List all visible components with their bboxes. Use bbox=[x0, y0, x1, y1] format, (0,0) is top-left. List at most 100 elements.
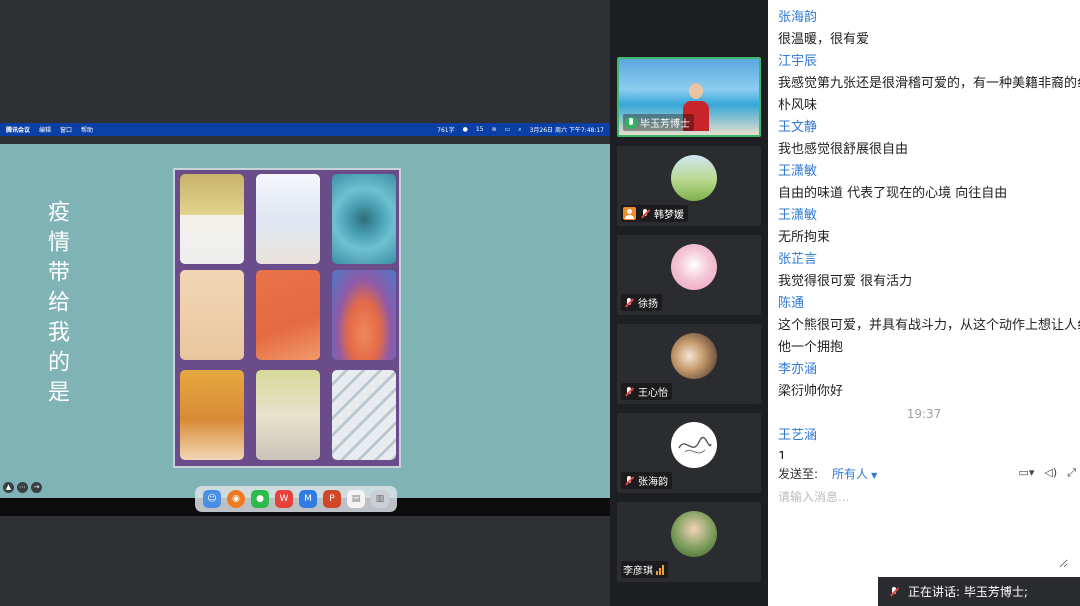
participant-name-tag: 张海韵 bbox=[621, 472, 672, 489]
video-tile[interactable]: 李彦琪 bbox=[617, 502, 761, 582]
video-tile[interactable]: 张海韵 bbox=[617, 413, 761, 493]
slide-title: 疫情带给我的是 bbox=[44, 200, 69, 410]
message-text: 我觉得很可爱 很有活力 bbox=[778, 274, 913, 289]
avatar bbox=[671, 244, 717, 290]
message-text: 这个熊很可爱，并具有战斗力，从这个动作上想让人纟他一个拥抱 bbox=[778, 318, 1080, 355]
volume-icon[interactable]: ◁) bbox=[1044, 466, 1057, 480]
message-text: 我感觉第九张还是很滑稽可爱的，有一种美籍非裔的纟朴风味 bbox=[778, 76, 1080, 113]
mac-menubar: 腾讯会议 编辑 窗口 帮助 761字 ● 15 ≋ ▭ ⌕ 3月26日 周六 下… bbox=[0, 123, 610, 136]
firefox-icon[interactable]: ◉ bbox=[227, 490, 245, 508]
chat-message: 王文静 我也感觉很舒展很自由 bbox=[768, 117, 1080, 161]
next-icon[interactable]: → bbox=[31, 482, 42, 493]
menubar-clock[interactable]: 3月26日 周六 下午7:48:17 bbox=[530, 125, 604, 134]
mic-icon bbox=[888, 586, 900, 598]
sender-name[interactable]: 张芷言 bbox=[778, 249, 1080, 271]
participant-name-tag: 徐扬 bbox=[621, 294, 662, 311]
meeting-window: 腾讯会议 编辑 窗口 帮助 761字 ● 15 ≋ ▭ ⌕ 3月26日 周六 下… bbox=[0, 0, 1080, 606]
participant-name: 徐扬 bbox=[638, 299, 658, 310]
pen-icon[interactable]: ▲ bbox=[3, 482, 14, 493]
video-panel: 毕玉芳博士 韩梦媛 徐扬 王心怡 张海韵 李彦琪 bbox=[610, 0, 768, 606]
message-text: 自由的味道 代表了现在的心境 向往自由 bbox=[778, 186, 1008, 201]
participant-name-tag: 韩梦媛 bbox=[621, 205, 688, 222]
speaking-label: 正在讲话: 毕玉芳博士; bbox=[908, 585, 1028, 599]
audio-level-icon bbox=[656, 564, 664, 575]
avatar bbox=[671, 422, 717, 468]
card-4 bbox=[180, 270, 244, 360]
user-icon bbox=[623, 207, 636, 220]
participant-name: 张海韵 bbox=[638, 477, 668, 488]
menubar-app[interactable]: 腾讯会议 bbox=[6, 125, 30, 134]
word-count: 761字 bbox=[437, 127, 455, 134]
finder-icon[interactable]: ☺ bbox=[203, 490, 221, 508]
menubar-item-window[interactable]: 窗口 bbox=[60, 125, 72, 134]
chat-message: 张海韵 很温暖，很有爱 bbox=[768, 7, 1080, 51]
avatar bbox=[671, 155, 717, 201]
mic-muted-icon bbox=[623, 386, 635, 398]
card-2 bbox=[256, 174, 320, 264]
chat-input[interactable] bbox=[778, 488, 1068, 568]
participant-name: 李彦琪 bbox=[623, 566, 653, 577]
chat-message: 陈通 这个熊很可爱，并具有战斗力，从这个动作上想让人纟他一个拥抱 bbox=[768, 293, 1080, 359]
sender-name[interactable]: 江宇辰 bbox=[778, 51, 1080, 73]
video-tile[interactable]: 毕玉芳博士 bbox=[617, 57, 761, 137]
wechat-icon[interactable]: ● bbox=[463, 126, 468, 133]
wps-icon[interactable]: W bbox=[275, 490, 293, 508]
search-icon[interactable]: ⌕ bbox=[518, 126, 521, 134]
participant-name-tag: 王心怡 bbox=[621, 383, 672, 400]
mic-muted-icon bbox=[639, 208, 651, 220]
participant-name: 王心怡 bbox=[638, 388, 668, 399]
send-to-label: 发送至: bbox=[778, 466, 819, 481]
sender-name[interactable]: 王文静 bbox=[778, 117, 1080, 139]
sender-name[interactable]: 李亦涵 bbox=[778, 359, 1080, 381]
sender-name[interactable]: 张海韵 bbox=[778, 7, 1080, 29]
avatar bbox=[671, 511, 717, 557]
video-tile[interactable]: 韩梦媛 bbox=[617, 146, 761, 226]
wifi-icon[interactable]: ≋ bbox=[492, 126, 497, 133]
slide-tools: ▲ ⋯ → bbox=[3, 482, 42, 493]
sender-name[interactable]: 陈通 bbox=[778, 293, 1080, 315]
powerpoint-icon[interactable]: P bbox=[323, 490, 341, 508]
chat-panel: 张海韵 很温暖，很有爱 江宇辰 我感觉第九张还是很滑稽可爱的，有一种美籍非裔的纟… bbox=[768, 0, 1080, 606]
menubar-item-edit[interactable]: 编辑 bbox=[39, 125, 51, 134]
video-tile[interactable]: 徐扬 bbox=[617, 235, 761, 315]
card-9 bbox=[332, 370, 396, 460]
card-7 bbox=[180, 370, 244, 460]
chevron-down-icon: ▼ bbox=[871, 470, 878, 480]
video-tile[interactable]: 王心怡 bbox=[617, 324, 761, 404]
trash-icon[interactable]: ▥ bbox=[371, 490, 389, 508]
more-icon[interactable]: ⋯ bbox=[17, 482, 28, 493]
message-text: 很温暖，很有爱 bbox=[778, 32, 870, 47]
menubar-status: 761字 ● 15 ≋ ▭ ⌕ 3月26日 周六 下午7:48:17 bbox=[437, 125, 604, 135]
mac-dock: ☺ ◉ ● W M P ▤ ▥ bbox=[195, 486, 397, 512]
chat-timestamp: 19:37 bbox=[906, 407, 942, 421]
sender-name[interactable]: 王潇敏 bbox=[778, 161, 1080, 183]
wechat-count: 15 bbox=[475, 126, 484, 133]
mic-icon bbox=[625, 116, 637, 129]
sender-name[interactable]: 王艺涵 bbox=[778, 425, 1080, 447]
mic-muted-icon bbox=[623, 475, 635, 487]
wechat-icon[interactable]: ● bbox=[251, 490, 269, 508]
card-8 bbox=[256, 370, 320, 460]
send-target-select[interactable]: 所有人 ▼ bbox=[832, 465, 877, 482]
chat-message: 李亦涵 梁衍帅你好 bbox=[768, 359, 1080, 403]
participant-name: 毕玉芳博士 bbox=[640, 119, 690, 130]
slide: 疫情带给我的是 ▲ ⋯ → bbox=[0, 144, 610, 498]
card-3 bbox=[332, 174, 396, 264]
expand-icon[interactable]: ⤢ bbox=[1067, 466, 1076, 480]
folder-icon[interactable]: ▭▾ bbox=[1019, 466, 1035, 480]
tencent-meeting-icon[interactable]: M bbox=[299, 490, 317, 508]
menubar-item-help[interactable]: 帮助 bbox=[81, 125, 93, 134]
battery-icon[interactable]: ▭ bbox=[505, 126, 511, 133]
send-target-value: 所有人 bbox=[832, 466, 869, 481]
sender-name[interactable]: 王潇敏 bbox=[778, 205, 1080, 227]
chat-message: 张芷言 我觉得很可爱 很有活力 bbox=[768, 249, 1080, 293]
chat-message: 江宇辰 我感觉第九张还是很滑稽可爱的，有一种美籍非裔的纟朴风味 bbox=[768, 51, 1080, 117]
message-text: 1 bbox=[778, 450, 787, 459]
chat-message: 王艺涵 1 bbox=[768, 425, 1080, 459]
chat-message-list[interactable]: 张海韵 很温暖，很有爱 江宇辰 我感觉第九张还是很滑稽可爱的，有一种美籍非裔的纟… bbox=[768, 7, 1080, 459]
message-text: 梁衍帅你好 bbox=[778, 384, 844, 399]
speaking-indicator: 正在讲话: 毕玉芳博士; bbox=[878, 577, 1080, 606]
document-icon[interactable]: ▤ bbox=[347, 490, 365, 508]
message-text: 无所拘束 bbox=[778, 230, 831, 245]
mic-muted-icon bbox=[623, 297, 635, 309]
